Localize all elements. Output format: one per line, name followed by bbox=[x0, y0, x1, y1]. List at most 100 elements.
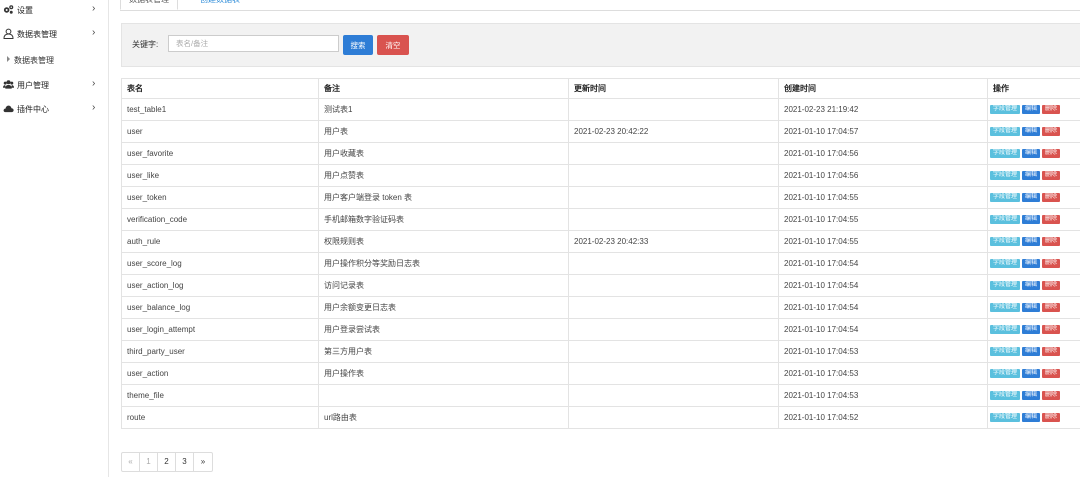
field-management-button[interactable]: 字段管理 bbox=[990, 347, 1021, 357]
field-management-button[interactable]: 字段管理 bbox=[990, 193, 1021, 203]
clear-button[interactable]: 清空 bbox=[377, 35, 409, 55]
keyword-input[interactable] bbox=[168, 35, 339, 52]
table-row: user_score_log 用户操作积分等奖励日志表 2021-01-10 17:… bbox=[121, 252, 1080, 275]
edit-button[interactable]: 编辑 bbox=[1022, 303, 1041, 313]
cell-comment: 访问记录表 bbox=[318, 274, 569, 297]
field-management-button[interactable]: 字段管理 bbox=[990, 215, 1021, 225]
delete-button[interactable]: 删除 bbox=[1042, 215, 1061, 225]
field-management-button[interactable]: 字段管理 bbox=[990, 105, 1021, 115]
field-management-button[interactable]: 字段管理 bbox=[990, 237, 1021, 247]
cell-actions: 字段管理 编辑 删除 bbox=[987, 208, 1080, 231]
cell-updated-time bbox=[568, 274, 779, 297]
delete-button[interactable]: 删除 bbox=[1042, 171, 1061, 181]
delete-button[interactable]: 删除 bbox=[1042, 281, 1061, 291]
search-button[interactable]: 搜索 bbox=[343, 35, 373, 55]
field-management-button[interactable]: 字段管理 bbox=[990, 391, 1021, 401]
sidebar-subitem-label: 数据表管理 bbox=[14, 55, 54, 65]
field-management-button[interactable]: 字段管理 bbox=[990, 171, 1021, 181]
cell-comment bbox=[318, 384, 569, 407]
sidebar-item-settings[interactable]: 设置 › bbox=[0, 0, 108, 20]
edit-button[interactable]: 编辑 bbox=[1022, 193, 1041, 203]
edit-button[interactable]: 编辑 bbox=[1022, 215, 1041, 225]
pagination-next[interactable]: » bbox=[194, 453, 212, 471]
edit-button[interactable]: 编辑 bbox=[1022, 369, 1041, 379]
sidebar-subitem-table-management[interactable]: 数据表管理 bbox=[0, 50, 108, 70]
sidebar-item-table-management[interactable]: 数据表管理 › bbox=[0, 24, 108, 44]
pagination-prev[interactable]: « bbox=[122, 453, 140, 471]
delete-button[interactable]: 删除 bbox=[1042, 193, 1061, 203]
cell-comment: 用户点赞表 bbox=[318, 164, 569, 187]
delete-button[interactable]: 删除 bbox=[1042, 127, 1061, 137]
edit-button[interactable]: 编辑 bbox=[1022, 391, 1041, 401]
edit-button[interactable]: 编辑 bbox=[1022, 105, 1041, 115]
tab-create-table[interactable]: 创建数据表 bbox=[192, 0, 248, 9]
tab-table-management[interactable]: 数据表管理 bbox=[120, 0, 178, 10]
cell-table-name: user bbox=[121, 120, 319, 143]
pagination-page-1[interactable]: 1 bbox=[140, 453, 158, 471]
sidebar-item-plugins[interactable]: 插件中心 › bbox=[0, 99, 108, 119]
cell-table-name: user_favorite bbox=[121, 142, 319, 165]
cell-updated-time bbox=[568, 406, 779, 429]
table-header-row: 表名 备注 更新时间 创建时间 操作 bbox=[121, 78, 1080, 99]
delete-button[interactable]: 删除 bbox=[1042, 325, 1061, 335]
field-management-button[interactable]: 字段管理 bbox=[990, 369, 1021, 379]
cell-comment: 用户余额变更日志表 bbox=[318, 296, 569, 319]
edit-button[interactable]: 编辑 bbox=[1022, 413, 1041, 423]
cell-actions: 字段管理 编辑 删除 bbox=[987, 340, 1080, 363]
edit-button[interactable]: 编辑 bbox=[1022, 259, 1041, 269]
tables-grid: 表名 备注 更新时间 创建时间 操作 test_table1 测试表1 2021-0… bbox=[121, 78, 1080, 429]
edit-button[interactable]: 编辑 bbox=[1022, 149, 1041, 159]
column-header-name: 表名 bbox=[121, 78, 319, 99]
field-management-button[interactable]: 字段管理 bbox=[990, 303, 1021, 313]
column-header-actions: 操作 bbox=[987, 78, 1080, 99]
sidebar-item-label: 用户管理 bbox=[17, 80, 49, 90]
cell-actions: 字段管理 编辑 删除 bbox=[987, 142, 1080, 165]
edit-button[interactable]: 编辑 bbox=[1022, 347, 1041, 357]
column-header-created: 创建时间 bbox=[778, 78, 988, 99]
pagination-page-2[interactable]: 2 bbox=[158, 453, 176, 471]
field-management-button[interactable]: 字段管理 bbox=[990, 281, 1021, 291]
cell-created-time: 2021-01-10 17:04:56 bbox=[778, 164, 988, 187]
cell-table-name: third_party_user bbox=[121, 340, 319, 363]
cell-updated-time bbox=[568, 318, 779, 341]
delete-button[interactable]: 删除 bbox=[1042, 347, 1061, 357]
delete-button[interactable]: 删除 bbox=[1042, 303, 1061, 313]
delete-button[interactable]: 删除 bbox=[1042, 105, 1061, 115]
cell-updated-time: 2021-02-23 20:42:33 bbox=[568, 230, 779, 253]
delete-button[interactable]: 删除 bbox=[1042, 391, 1061, 401]
delete-button[interactable]: 删除 bbox=[1042, 237, 1061, 247]
delete-button[interactable]: 删除 bbox=[1042, 413, 1061, 423]
column-header-comment: 备注 bbox=[318, 78, 569, 99]
field-management-button[interactable]: 字段管理 bbox=[990, 325, 1021, 335]
sidebar-item-label: 数据表管理 bbox=[17, 29, 57, 39]
cell-created-time: 2021-01-10 17:04:57 bbox=[778, 120, 988, 143]
cell-updated-time bbox=[568, 384, 779, 407]
edit-button[interactable]: 编辑 bbox=[1022, 127, 1041, 137]
field-management-button[interactable]: 字段管理 bbox=[990, 127, 1021, 137]
cell-comment: 用户登录尝试表 bbox=[318, 318, 569, 341]
edit-button[interactable]: 编辑 bbox=[1022, 237, 1041, 247]
delete-button[interactable]: 删除 bbox=[1042, 259, 1061, 269]
field-management-button[interactable]: 字段管理 bbox=[990, 259, 1021, 269]
cell-actions: 字段管理 编辑 删除 bbox=[987, 296, 1080, 319]
edit-button[interactable]: 编辑 bbox=[1022, 281, 1041, 291]
edit-button[interactable]: 编辑 bbox=[1022, 171, 1041, 181]
table-row: user_action 用户操作表 2021-01-10 17:04:53 字段管理编… bbox=[121, 362, 1080, 385]
cell-updated-time bbox=[568, 296, 779, 319]
field-management-button[interactable]: 字段管理 bbox=[990, 413, 1021, 423]
sidebar-item-users[interactable]: 用户管理 › bbox=[0, 75, 108, 95]
table-row: user_token 用户客户端登录 token 表 2021-01-10 17:0… bbox=[121, 186, 1080, 209]
table-row: theme_file 2021-01-10 17:04:53 字段管理 编辑 删除 bbox=[121, 384, 1080, 407]
cloud-icon bbox=[3, 103, 14, 114]
delete-button[interactable]: 删除 bbox=[1042, 369, 1061, 379]
edit-button[interactable]: 编辑 bbox=[1022, 325, 1041, 335]
cell-comment: 第三方用户表 bbox=[318, 340, 569, 363]
sidebar: 设置 › 数据表管理 › 数据表管理 用户管理 › 插件中心 › bbox=[0, 0, 109, 477]
delete-button[interactable]: 删除 bbox=[1042, 149, 1061, 159]
pagination-page-3[interactable]: 3 bbox=[176, 453, 194, 471]
field-management-button[interactable]: 字段管理 bbox=[990, 149, 1021, 159]
table-body: test_table1 测试表1 2021-02-23 21:19:42 字段管理 编辑… bbox=[121, 98, 1080, 429]
cell-actions: 字段管理 编辑 删除 bbox=[987, 186, 1080, 209]
gears-icon bbox=[3, 4, 14, 15]
cell-table-name: user_balance_log bbox=[121, 296, 319, 319]
